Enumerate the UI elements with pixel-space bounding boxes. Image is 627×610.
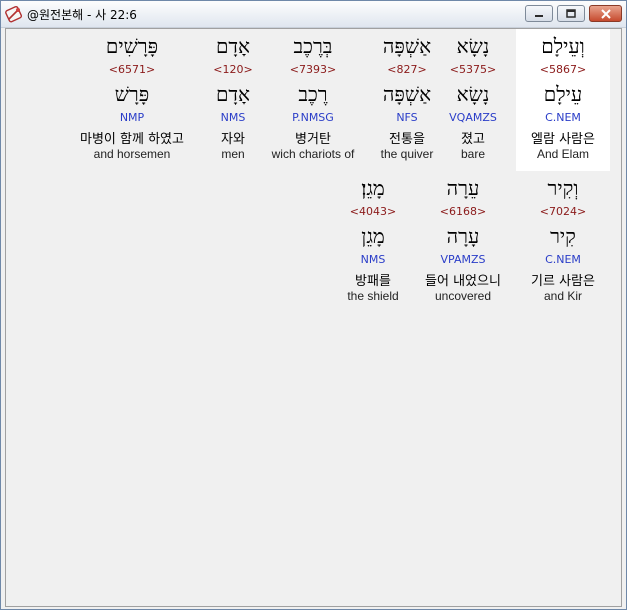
- korean-gloss: 마병이 함께 하였고: [80, 132, 184, 147]
- hebrew-root: קִיר: [550, 224, 576, 248]
- english-gloss: and horsemen: [93, 147, 171, 161]
- hebrew-root: עָרָה: [446, 224, 480, 248]
- english-gloss: And Elam: [536, 147, 590, 161]
- bible-app-icon: [5, 5, 23, 23]
- korean-gloss: 방패를: [355, 274, 391, 289]
- parse-code: NMS: [360, 253, 386, 266]
- minimize-icon: [533, 4, 545, 23]
- parse-code: NFS: [396, 111, 418, 124]
- hebrew-root: עֵילָם: [543, 82, 583, 106]
- hebrew-root: מָגֵן: [361, 224, 385, 248]
- strong-number[interactable]: <6168>: [416, 205, 510, 218]
- hebrew-word: פָּרָשִׁים: [105, 34, 159, 58]
- strong-number[interactable]: <7393>: [266, 63, 360, 76]
- minimize-button[interactable]: [525, 5, 553, 22]
- hebrew-root: אַשְׁפָּה: [382, 82, 432, 106]
- word-block[interactable]: וְקִיר <7024> קִיר C.NEM 기르 사람은 and Kir: [516, 171, 610, 313]
- word-block[interactable]: פָּרָשִׁים <6571> פָּרָשׁ NMP 마병이 함께 하였고…: [62, 29, 202, 171]
- strong-number[interactable]: <4043>: [326, 205, 420, 218]
- interlinear-panel[interactable]: וְעֵילָם <5867> עֵילָם C.NEM 엘람 사람은 And …: [5, 28, 622, 607]
- parse-code: P.NMSG: [292, 111, 334, 124]
- korean-gloss: 들어 내었으니: [425, 274, 501, 289]
- hebrew-word: וְעֵילָם: [541, 34, 585, 58]
- word-block[interactable]: אַשְׁפָּה <827> אַשְׁפָּה NFS 전통을 the qu…: [360, 29, 454, 171]
- english-gloss: uncovered: [434, 289, 492, 303]
- strong-number[interactable]: <5867>: [516, 63, 610, 76]
- word-block[interactable]: מָגֵן׃ <4043> מָגֵן NMS 방패를 the shield: [326, 171, 420, 313]
- verse-window: @원전본해 - 사 22:6 וְעֵילָם <5867> עֵילָם C.…: [0, 0, 627, 610]
- parse-code: VPAMZS: [440, 253, 486, 266]
- word-block[interactable]: עֵרָה <6168> עָרָה VPAMZS 들어 내었으니 uncove…: [416, 171, 510, 313]
- korean-gloss: 기르 사람은: [531, 274, 595, 289]
- english-gloss: wich chariots of: [271, 147, 355, 161]
- hebrew-root: פָּרָשׁ: [114, 82, 150, 106]
- english-gloss: and Kir: [543, 289, 583, 303]
- english-gloss: the quiver: [380, 147, 434, 161]
- korean-gloss: 전통을: [389, 132, 425, 147]
- strong-number[interactable]: <7024>: [516, 205, 610, 218]
- hebrew-word: עֵרָה: [446, 176, 480, 200]
- close-icon: [600, 4, 612, 23]
- korean-gloss: 병거탄: [295, 132, 331, 147]
- window-title: @원전본해 - 사 22:6: [27, 8, 137, 22]
- parse-code: C.NEM: [545, 111, 581, 124]
- english-gloss: the shield: [347, 289, 399, 303]
- strong-number[interactable]: <6571>: [62, 63, 202, 76]
- parse-code: NMP: [119, 111, 145, 124]
- word-block[interactable]: בְּרֶכֶב <7393> רֶכֶב P.NMSG 병거탄 wich ch…: [266, 29, 360, 171]
- hebrew-word: מָגֵן׃: [361, 176, 385, 200]
- maximize-button[interactable]: [557, 5, 585, 22]
- korean-gloss: 엘람 사람은: [531, 132, 595, 147]
- hebrew-word: בְּרֶכֶב: [293, 34, 333, 58]
- hebrew-word: אַשְׁפָּה: [382, 34, 432, 58]
- close-button[interactable]: [589, 5, 622, 22]
- word-block[interactable]: וְעֵילָם <5867> עֵילָם C.NEM 엘람 사람은 And …: [516, 29, 610, 171]
- parse-code: C.NEM: [545, 253, 581, 266]
- hebrew-root: רֶכֶב: [298, 82, 328, 106]
- maximize-icon: [565, 4, 577, 23]
- strong-number[interactable]: <827>: [360, 63, 454, 76]
- title-bar[interactable]: @원전본해 - 사 22:6: [1, 1, 626, 28]
- hebrew-word: וְקִיר: [547, 176, 579, 200]
